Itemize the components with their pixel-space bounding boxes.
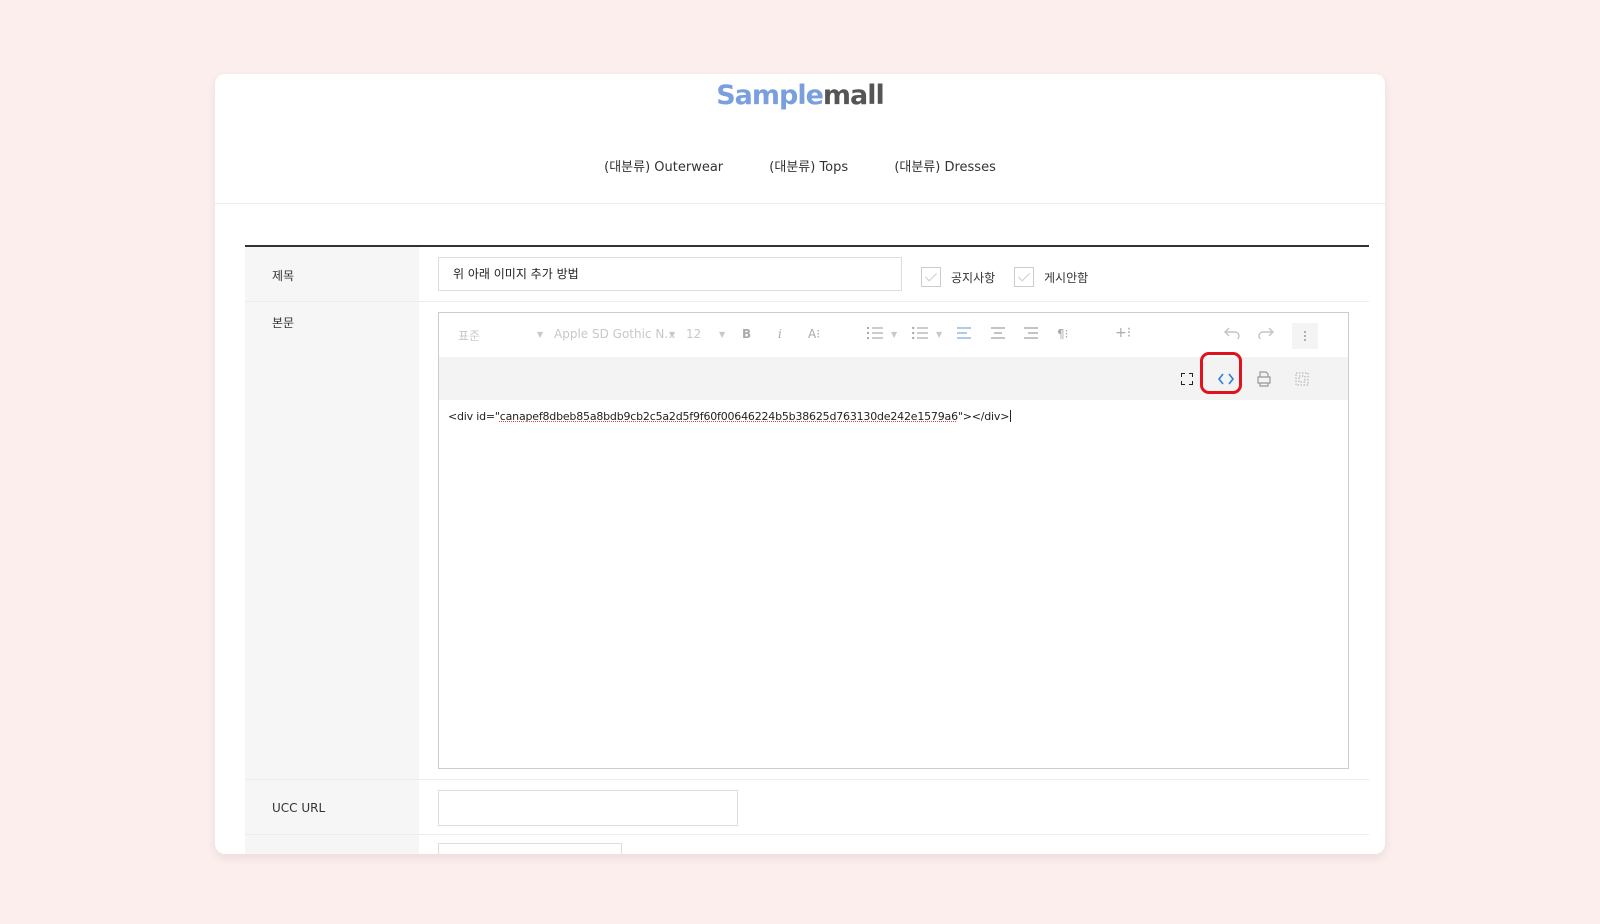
undo-icon[interactable] <box>1224 327 1240 342</box>
title-label-cell: 제목 <box>245 247 419 301</box>
bold-button[interactable]: B <box>742 327 751 341</box>
hidden-checkbox[interactable]: 게시안함 <box>1014 267 1088 287</box>
fullscreen-icon[interactable] <box>1174 366 1200 392</box>
code-prefix: <div id=" <box>448 410 500 423</box>
redo-icon[interactable] <box>1258 327 1274 342</box>
chevron-down-icon[interactable]: ▼ <box>891 330 897 339</box>
post-form: 제목 위 아래 이미지 추가 방법 공지사항 게시안함 본문 표준 ▼ Appl… <box>245 245 1369 854</box>
logo-mall: mall <box>822 80 885 111</box>
font-size-select[interactable]: 12 <box>686 327 701 341</box>
code-view-button[interactable] <box>1200 352 1242 394</box>
title-content: 위 아래 이미지 추가 방법 공지사항 게시안함 <box>419 247 1369 301</box>
align-center-icon[interactable] <box>991 327 1005 342</box>
italic-button[interactable]: i <box>778 327 782 341</box>
print-icon[interactable] <box>1251 366 1277 392</box>
title-row: 제목 위 아래 이미지 추가 방법 공지사항 게시안함 <box>245 247 1369 302</box>
title-label: 제목 <box>272 269 295 283</box>
editor-toolbar-secondary <box>439 352 1348 400</box>
nav-dresses[interactable]: (대분류) Dresses <box>894 156 996 175</box>
body-row: 본문 표준 ▼ Apple SD Gothic N... ▼ 12 ▼ B i … <box>245 302 1369 780</box>
ucc-content <box>419 780 1369 834</box>
ucc-url-label: UCC URL <box>272 801 326 815</box>
notice-checkbox[interactable]: 공지사항 <box>921 267 995 287</box>
code-id: canapef8dbeb85a8bdb9cb2c5a2d5f9f60f00646… <box>499 410 958 423</box>
hidden-checkbox-label: 게시안함 <box>1044 270 1089 285</box>
body-label-cell: 본문 <box>245 302 419 779</box>
insert-button[interactable]: +⁝ <box>1115 325 1131 341</box>
ucc-label-cell: UCC URL <box>245 780 419 834</box>
font-family-select[interactable]: Apple SD Gothic N... <box>554 327 676 341</box>
html-code-content[interactable]: <div id="canapef8dbeb85a8bdb9cb2c5a2d5f9… <box>448 410 1012 423</box>
next-row <box>245 835 1369 854</box>
code-suffix: "></div> <box>957 410 1010 423</box>
code-view-highlight <box>1200 352 1242 394</box>
ordered-list-icon[interactable] <box>867 326 883 343</box>
next-content <box>419 835 1369 854</box>
body-content: 표준 ▼ Apple SD Gothic N... ▼ 12 ▼ B i A⁝ … <box>419 302 1369 779</box>
logo-sample: Sample <box>716 80 824 111</box>
samplemall-logo[interactable]: Samplemall <box>215 80 1385 111</box>
chevron-down-icon[interactable]: ▼ <box>669 330 675 339</box>
chevron-down-icon[interactable]: ▼ <box>719 330 725 339</box>
text-caret <box>1010 410 1012 422</box>
notice-checkbox-label: 공지사항 <box>951 270 996 285</box>
title-input[interactable]: 위 아래 이미지 추가 방법 <box>438 257 902 291</box>
rich-text-editor: 표준 ▼ Apple SD Gothic N... ▼ 12 ▼ B i A⁝ … <box>438 312 1349 769</box>
select-all-icon[interactable] <box>1289 366 1315 392</box>
chevron-down-icon[interactable]: ▼ <box>936 330 942 339</box>
notice-checkbox-box[interactable] <box>921 267 941 287</box>
category-nav: (대분류) Outerwear (대분류) Tops (대분류) Dresses <box>215 156 1385 175</box>
more-options-icon[interactable] <box>1292 323 1318 349</box>
paragraph-style-select[interactable]: 표준 <box>458 327 480 344</box>
align-right-icon[interactable] <box>1024 327 1038 342</box>
next-input[interactable] <box>438 843 622 854</box>
editor-toolbar-primary: 표준 ▼ Apple SD Gothic N... ▼ 12 ▼ B i A⁝ … <box>439 313 1348 357</box>
ucc-url-row: UCC URL <box>245 780 1369 835</box>
page-card: Samplemall (대분류) Outerwear (대분류) Tops (대… <box>215 74 1385 854</box>
paragraph-format-icon[interactable]: ¶⁝ <box>1057 327 1068 341</box>
font-color-button[interactable]: A⁝ <box>808 327 820 341</box>
hidden-checkbox-box[interactable] <box>1014 267 1034 287</box>
body-label: 본문 <box>272 316 295 330</box>
next-label-cell <box>245 835 419 854</box>
ucc-url-input[interactable] <box>438 790 738 826</box>
nav-tops[interactable]: (대분류) Tops <box>769 156 848 175</box>
chevron-down-icon[interactable]: ▼ <box>537 330 543 339</box>
unordered-list-icon[interactable] <box>912 326 928 343</box>
nav-outerwear[interactable]: (대분류) Outerwear <box>604 156 723 175</box>
header-divider <box>215 203 1385 204</box>
align-left-icon[interactable] <box>957 327 971 342</box>
